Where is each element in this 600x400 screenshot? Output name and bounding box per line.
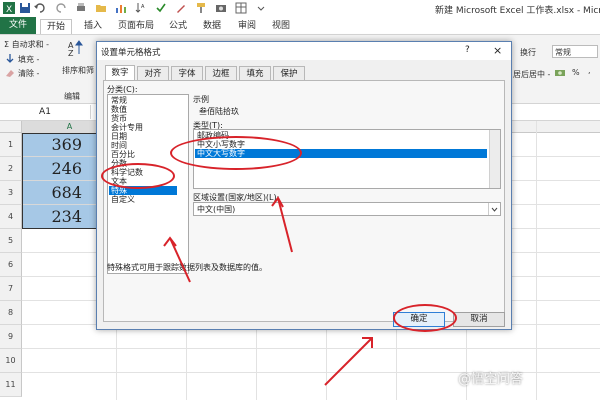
- row-header[interactable]: 2: [0, 157, 22, 181]
- category-item[interactable]: 常规: [111, 96, 127, 105]
- description-text: 特殊格式可用于跟踪数据列表及数据库的值。: [107, 263, 267, 272]
- tab-data[interactable]: 数据: [197, 19, 227, 33]
- print-preview-icon[interactable]: [75, 2, 87, 14]
- row-header[interactable]: 3: [0, 181, 22, 205]
- tab-home[interactable]: 开始: [40, 19, 73, 34]
- grid-line: [536, 121, 537, 400]
- annotation-ellipse-type: [170, 136, 302, 170]
- sample-label: 示例: [193, 95, 209, 104]
- locale-select[interactable]: 中文(中国): [193, 202, 501, 216]
- row-header[interactable]: 6: [0, 253, 22, 277]
- row-header[interactable]: 4: [0, 205, 22, 229]
- tab-number[interactable]: 数字: [105, 65, 135, 81]
- save-icon[interactable]: [19, 2, 31, 14]
- window-title: 新建 Microsoft Excel 工作表.xlsx - Microso: [435, 6, 600, 16]
- sort-icon[interactable]: A: [135, 2, 147, 14]
- editing-group-label: 编辑: [64, 92, 80, 101]
- tab-insert[interactable]: 插入: [78, 19, 108, 33]
- row-header[interactable]: 7: [0, 277, 22, 301]
- tab-file[interactable]: 文件: [0, 17, 36, 34]
- tab-view[interactable]: 视图: [266, 19, 296, 33]
- spelling-icon[interactable]: [155, 2, 167, 14]
- title-bar: X A 新建 Microsoft Excel 工作表.xlsx - Micros…: [0, 0, 600, 17]
- tab-page-layout[interactable]: 页面布局: [112, 19, 160, 33]
- sort-filter-button[interactable]: 排序和筛: [62, 65, 94, 76]
- tab-fill[interactable]: 填充: [239, 66, 271, 80]
- tab-review[interactable]: 审阅: [232, 19, 262, 33]
- wrap-text-button[interactable]: 换行: [520, 47, 536, 58]
- tab-font[interactable]: 字体: [171, 66, 203, 80]
- name-box[interactable]: A1: [0, 105, 91, 119]
- sort-filter-icon: AZ: [68, 39, 86, 58]
- chart-icon[interactable]: [115, 2, 127, 14]
- locale-value: 中文(中国): [197, 205, 236, 214]
- clear-button[interactable]: 清除 -: [18, 68, 39, 79]
- tab-formulas[interactable]: 公式: [163, 19, 193, 33]
- excel-logo-icon: X: [3, 2, 15, 15]
- category-item[interactable]: 日期: [111, 132, 127, 141]
- category-item[interactable]: 数值: [111, 105, 127, 114]
- camera-icon[interactable]: [215, 2, 227, 14]
- ribbon-tabs: 文件 开始 插入 页面布局 公式 数据 审阅 视图: [0, 17, 600, 34]
- open-icon[interactable]: [95, 2, 107, 14]
- merge-center-button[interactable]: 居后居中 -: [513, 69, 550, 80]
- svg-text:X: X: [6, 5, 12, 14]
- annotation-ellipse-ok: [393, 304, 457, 332]
- row-header[interactable]: 10: [0, 349, 22, 373]
- tab-border[interactable]: 边框: [205, 66, 237, 80]
- row-header[interactable]: 8: [0, 301, 22, 325]
- row-header[interactable]: 11: [0, 373, 22, 397]
- dialog-title-bar: 设置单元格格式 ? ×: [97, 42, 511, 60]
- currency-icon[interactable]: [554, 67, 566, 79]
- format-painter-icon[interactable]: [195, 2, 207, 14]
- cancel-button[interactable]: 取消: [453, 312, 505, 327]
- help-button[interactable]: ?: [465, 45, 470, 55]
- chevron-down-icon[interactable]: [488, 203, 500, 215]
- number-format-select[interactable]: 常规: [552, 45, 598, 58]
- percent-button[interactable]: %: [572, 68, 580, 77]
- undo-icon[interactable]: [34, 2, 46, 14]
- number-format-value: 常规: [555, 48, 571, 57]
- svg-text:Z: Z: [68, 49, 74, 57]
- select-all-corner[interactable]: [0, 121, 22, 133]
- grid-line: [22, 348, 600, 349]
- category-item[interactable]: 自定义: [111, 195, 135, 204]
- category-item[interactable]: 百分比: [111, 150, 135, 159]
- svg-text:A: A: [141, 4, 145, 10]
- category-item[interactable]: 会计专用: [111, 123, 143, 132]
- sample-value: 叁佰陆拾玖: [199, 107, 239, 116]
- fill-button[interactable]: 填充 -: [18, 54, 39, 65]
- autosum-button[interactable]: Σ 自动求和 -: [4, 39, 49, 50]
- annotation-ellipse-category: [101, 163, 175, 189]
- dialog-title: 设置单元格格式: [101, 48, 161, 58]
- row-header[interactable]: 5: [0, 229, 22, 253]
- close-button[interactable]: ×: [493, 44, 502, 57]
- tab-protection[interactable]: 保护: [273, 66, 305, 80]
- tab-alignment[interactable]: 对齐: [137, 66, 169, 80]
- customize-qat-icon[interactable]: [255, 2, 267, 14]
- type-list-scrollbar[interactable]: [489, 130, 500, 188]
- comma-button[interactable]: ,: [588, 66, 591, 75]
- category-item[interactable]: 货币: [111, 114, 127, 123]
- row-header[interactable]: 9: [0, 325, 22, 349]
- watermark: @悟空问答: [458, 372, 524, 387]
- category-item[interactable]: 时间: [111, 141, 127, 150]
- table-icon[interactable]: [235, 2, 247, 14]
- fill-icon: [4, 53, 16, 65]
- row-header[interactable]: 1: [0, 133, 22, 157]
- eraser-icon: [4, 67, 16, 79]
- redo-icon[interactable]: [55, 2, 67, 14]
- draw-icon[interactable]: [175, 2, 187, 14]
